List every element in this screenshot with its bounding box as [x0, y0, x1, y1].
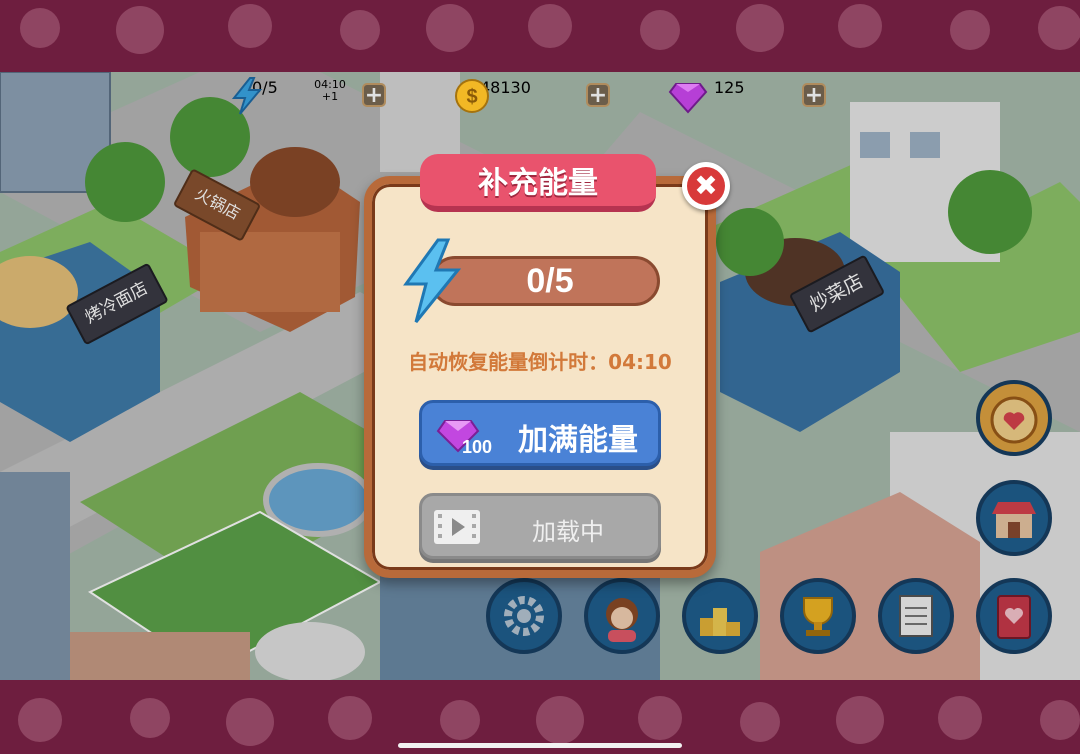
close-button[interactable]: ✖	[682, 162, 730, 210]
dollar-coin-icon: $	[455, 79, 489, 113]
film-strip-icon	[434, 510, 480, 544]
purple-diamond-icon	[668, 83, 708, 114]
home-indicator[interactable]	[398, 743, 682, 748]
watch-video-label: 加载中	[532, 518, 604, 546]
energy-countdown-text: 自动恢复能量倒计时：04:10	[408, 350, 672, 374]
top-pattern-band	[0, 0, 1080, 72]
fill-energy-label: 加满能量	[518, 423, 638, 458]
svg-text:$: $	[466, 86, 477, 108]
dialog-title-ribbon: 补充能量	[420, 154, 656, 212]
lightning-bolt-icon	[403, 238, 462, 323]
close-icon: ✖	[687, 167, 725, 205]
energy-progress-bar: 0/5	[430, 256, 660, 306]
food-pattern-decoration	[20, 4, 1080, 54]
dialog-title: 补充能量	[478, 166, 598, 201]
watch-video-button[interactable]: 加载中	[419, 493, 661, 559]
energy-progress-text: 0/5	[526, 261, 574, 300]
fill-energy-cost: 100	[462, 437, 493, 457]
fill-energy-button[interactable]: 100 加满能量	[419, 400, 661, 466]
